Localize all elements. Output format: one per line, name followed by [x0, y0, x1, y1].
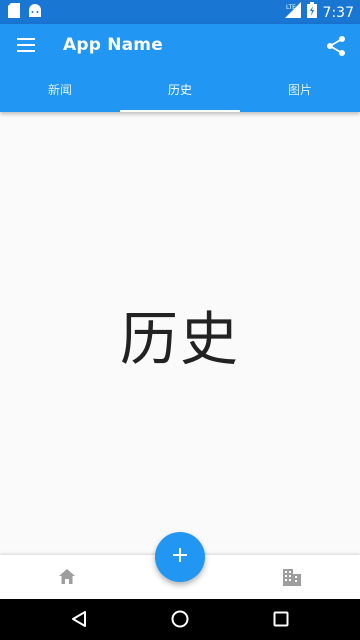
battery-icon	[306, 2, 317, 24]
plus-icon	[172, 547, 188, 567]
home-icon	[57, 569, 77, 591]
recents-icon[interactable]	[273, 611, 289, 631]
menu-button[interactable]	[12, 34, 40, 58]
home-button[interactable]	[57, 567, 77, 587]
tab-pictures[interactable]: 图片	[240, 72, 360, 112]
status-indicators: LTE 7:37	[284, 2, 354, 24]
home-circle-icon[interactable]	[171, 610, 189, 632]
building-button[interactable]	[282, 567, 302, 587]
app-title: App Name	[63, 35, 163, 55]
signal-icon: LTE	[284, 2, 301, 24]
building-icon	[282, 569, 302, 591]
android-icon	[28, 3, 42, 22]
back-icon[interactable]	[70, 610, 88, 632]
app-bar: App Name 新闻 历史 图片	[0, 24, 360, 112]
status-bar: LTE 7:37	[0, 0, 360, 24]
tab-news[interactable]: 新闻	[0, 72, 120, 112]
share-button[interactable]	[324, 34, 348, 58]
share-icon	[324, 36, 348, 62]
add-fab[interactable]	[155, 532, 205, 582]
menu-icon	[17, 37, 35, 56]
sd-card-icon	[8, 3, 20, 22]
tab-bar: 新闻 历史 图片	[0, 72, 360, 112]
system-nav-bar	[0, 599, 360, 640]
network-type: LTE	[286, 4, 296, 11]
status-notifications	[8, 3, 42, 22]
status-time: 7:37	[322, 5, 354, 21]
page-heading: 历史	[119, 305, 240, 373]
tab-history[interactable]: 历史	[120, 72, 240, 112]
tab-content: 历史	[0, 112, 360, 555]
